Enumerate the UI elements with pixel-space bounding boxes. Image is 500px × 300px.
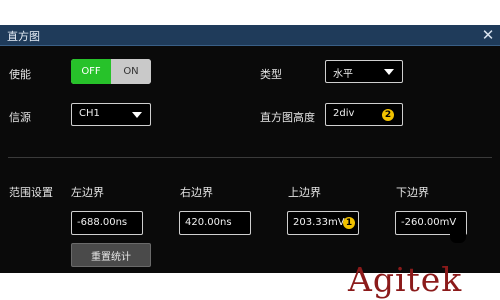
type-select-value: 水平 — [333, 69, 353, 80]
bottom-boundary-label: 下边界 — [396, 186, 429, 199]
reset-statistics-button[interactable]: 重置统计 — [71, 243, 151, 267]
top-boundary-label: 上边界 — [288, 186, 321, 199]
chevron-down-icon — [132, 112, 142, 118]
enable-label: 使能 — [9, 68, 31, 81]
source-select[interactable]: CH1 — [71, 103, 151, 126]
agitek-logo: Agitek — [348, 260, 463, 299]
toggle-on-option[interactable]: ON — [111, 59, 151, 84]
left-boundary-input[interactable]: -688.00ns — [71, 211, 143, 235]
cursor-shadow — [450, 233, 466, 243]
source-label: 信源 — [9, 111, 31, 124]
close-icon[interactable]: ✕ — [480, 25, 496, 45]
right-boundary-input[interactable]: 420.00ns — [179, 211, 251, 235]
enable-toggle[interactable]: OFF ON — [71, 59, 151, 84]
type-label: 类型 — [260, 68, 282, 81]
type-select[interactable]: 水平 — [325, 60, 403, 83]
histogram-height-input[interactable]: 2div 2 — [325, 103, 403, 126]
right-boundary-value: 420.00ns — [185, 217, 232, 228]
toggle-off-option[interactable]: OFF — [71, 59, 111, 84]
histogram-height-label: 直方图高度 — [260, 111, 315, 124]
right-boundary-label: 右边界 — [180, 186, 213, 199]
section-divider — [8, 157, 492, 158]
title-bar: 直方图 ✕ — [0, 25, 500, 46]
left-boundary-value: -688.00ns — [77, 217, 128, 228]
window-title: 直方图 — [7, 30, 40, 43]
top-boundary-value: 203.33mV — [293, 217, 345, 228]
knob-2-icon: 2 — [382, 109, 394, 121]
knob-1-icon: 1 — [343, 217, 355, 229]
range-settings-label: 范围设置 — [9, 186, 53, 199]
histogram-height-value: 2div — [333, 108, 355, 119]
chevron-down-icon — [384, 69, 394, 75]
bottom-boundary-input[interactable]: -260.00mV — [395, 211, 467, 235]
left-boundary-label: 左边界 — [71, 186, 104, 199]
bottom-boundary-value: -260.00mV — [401, 217, 457, 228]
source-select-value: CH1 — [79, 108, 100, 119]
top-boundary-input[interactable]: 203.33mV 1 — [287, 211, 359, 235]
